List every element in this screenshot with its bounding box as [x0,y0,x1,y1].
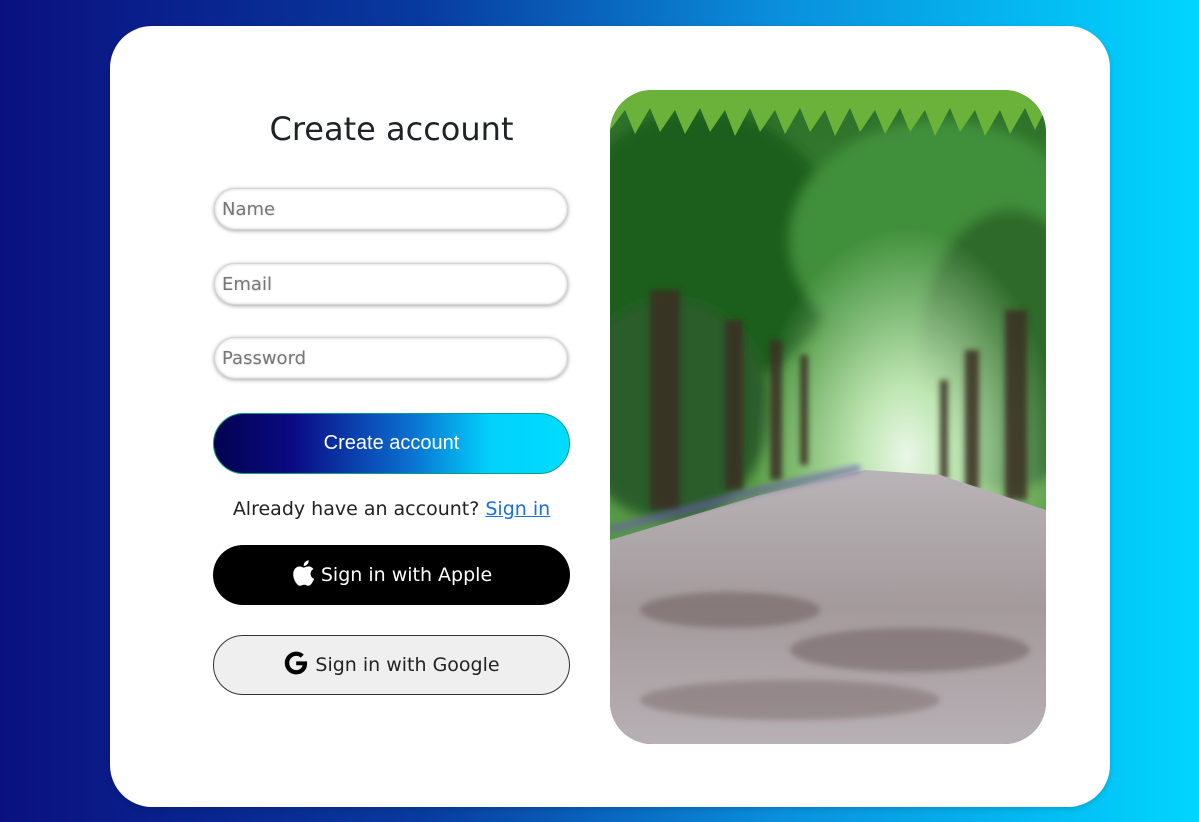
email-field[interactable] [214,263,568,305]
create-account-label: Create account [323,432,460,454]
name-field[interactable] [214,188,568,230]
apple-signin-label: Sign in with Apple [320,564,493,586]
apple-signin-button[interactable]: Sign in with Apple [213,545,570,605]
signin-prompt-text: Already have an account? [232,498,480,520]
password-field[interactable] [214,337,568,379]
google-signin-button[interactable]: Sign in with Google [213,635,570,695]
create-account-button[interactable]: Create account [213,413,570,474]
page-title: Create account [269,110,514,148]
google-signin-label: Sign in with Google [315,654,500,676]
signin-link[interactable]: Sign in [485,498,550,520]
apple-icon [291,559,315,592]
google-icon [283,650,309,681]
signup-card: Create account Create account Already ha… [110,26,1110,807]
signin-prompt: Already have an account? Sign in [213,498,570,520]
forest-path-image [610,90,1046,744]
